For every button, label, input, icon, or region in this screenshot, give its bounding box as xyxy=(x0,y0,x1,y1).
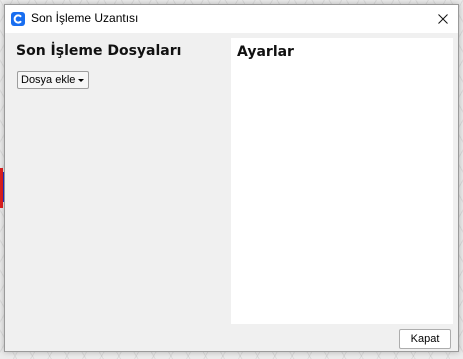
chevron-down-icon xyxy=(78,78,85,82)
close-button[interactable]: Kapat xyxy=(399,329,451,349)
post-processing-dialog: Son İşleme Uzantısı Son İşleme Dosyaları… xyxy=(4,4,459,352)
cura-icon xyxy=(11,11,25,26)
add-file-button[interactable]: Dosya ekle xyxy=(17,71,90,89)
dialog-body: Son İşleme Dosyaları Dosya ekle Ayarlar … xyxy=(5,33,458,351)
title-bar: Son İşleme Uzantısı xyxy=(5,5,458,33)
scripts-title: Son İşleme Dosyaları xyxy=(16,43,182,59)
window-close-button[interactable] xyxy=(428,5,458,33)
settings-title: Ayarlar xyxy=(237,44,294,60)
close-icon xyxy=(438,14,448,24)
settings-panel: Ayarlar xyxy=(231,38,453,324)
add-file-label: Dosya ekle xyxy=(21,74,76,86)
window-title: Son İşleme Uzantısı xyxy=(31,11,139,25)
